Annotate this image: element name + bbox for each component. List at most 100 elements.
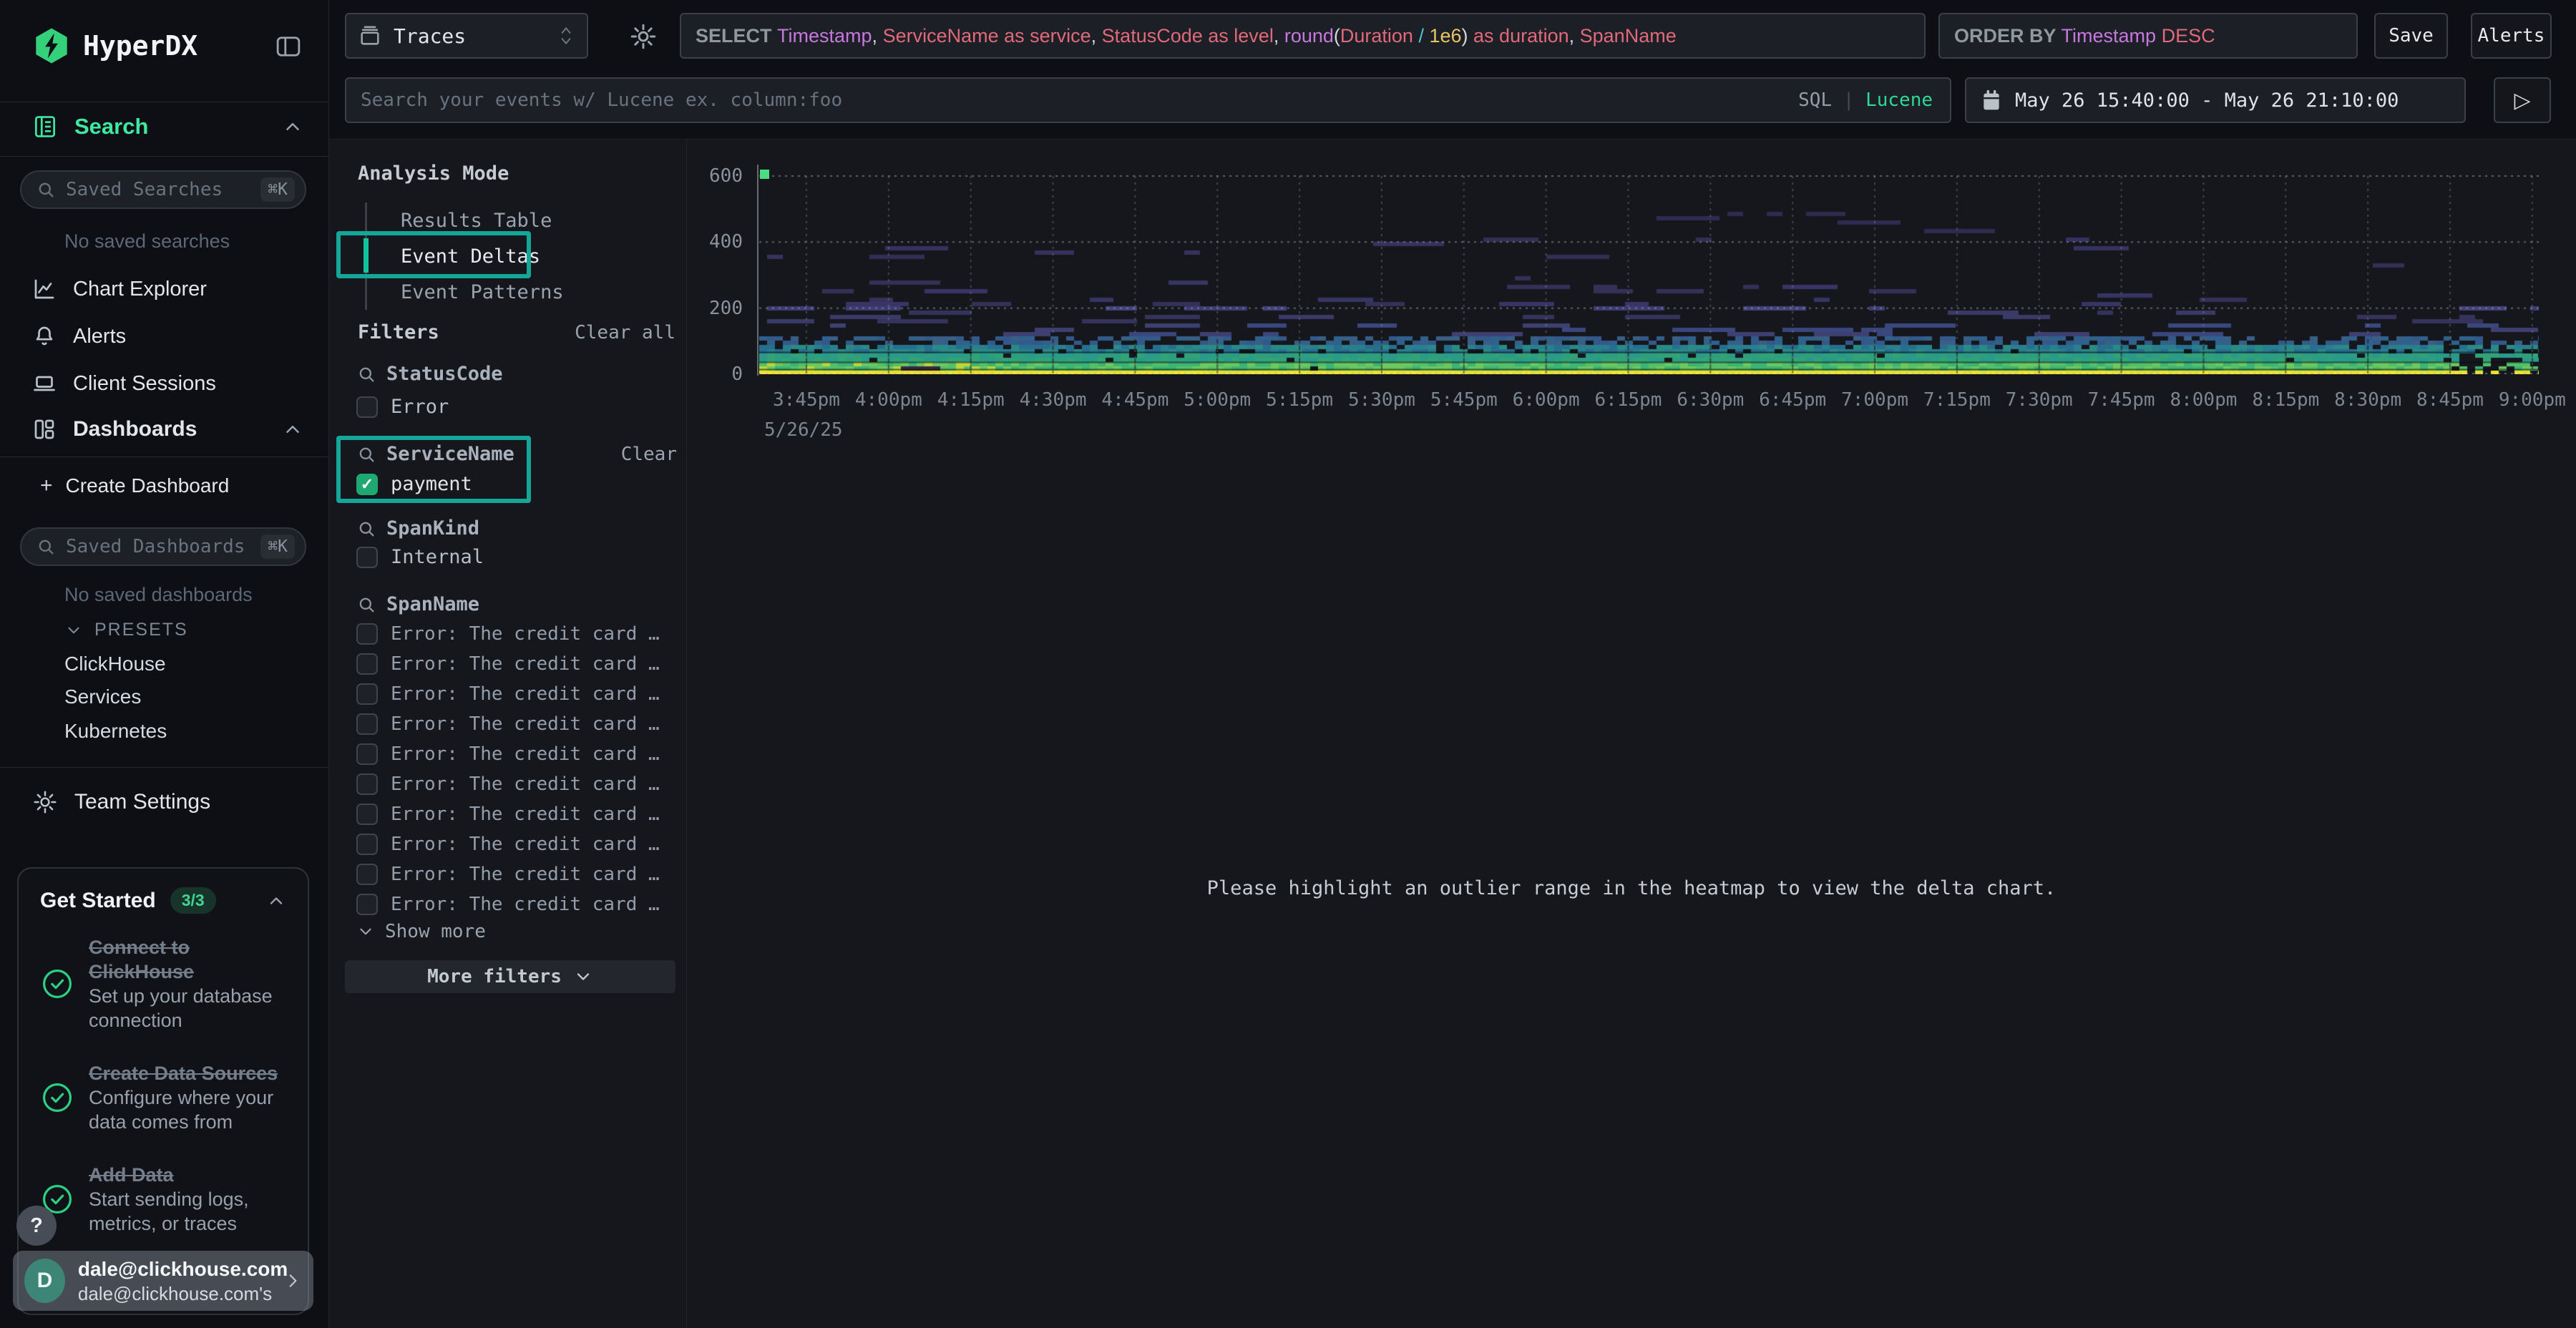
source-select[interactable]: Traces (345, 13, 588, 59)
user-menu[interactable]: D dale@clickhouse.com dale@clickhouse.co… (13, 1251, 313, 1311)
checkbox-unchecked[interactable] (356, 396, 378, 418)
filter-option-spanname[interactable]: Error: The credit card … (356, 743, 660, 765)
sql-token: Duration (1340, 25, 1413, 47)
get-started-step[interactable]: Connect to ClickHouseSet up your databas… (40, 935, 286, 1032)
filters-panel: Analysis Mode Results TableEvent DeltasE… (329, 140, 687, 1328)
filter-option-label: Error: The credit card … (391, 683, 660, 705)
sidebar-divider-2 (0, 156, 329, 157)
get-started-step-subtitle: Configure where your data comes from (89, 1085, 286, 1134)
search-icon[interactable] (356, 364, 376, 384)
chevron-up-icon[interactable] (282, 419, 303, 440)
filter-option-spanname[interactable]: Error: The credit card … (356, 834, 660, 855)
collapse-sidebar-icon[interactable] (273, 31, 303, 62)
sidebar-divider-4 (0, 767, 329, 768)
filter-option-label: Error: The credit card … (391, 864, 660, 885)
search-input[interactable]: Search your events w/ Lucene ex. column:… (345, 77, 1951, 123)
checkbox-unchecked[interactable] (356, 894, 378, 915)
time-range-value: May 26 15:40:00 - May 26 21:10:00 (2015, 89, 2399, 112)
language-toggle[interactable]: SQL | Lucene (1798, 89, 1933, 111)
checkbox-unchecked[interactable] (356, 653, 378, 675)
source-select-value: Traces (394, 24, 466, 48)
filter-option-spanname[interactable]: Error: The credit card … (356, 623, 660, 645)
sidebar-item-chart-explorer[interactable]: Chart Explorer (31, 276, 303, 302)
create-dashboard-button[interactable]: + Create Dashboard (40, 474, 229, 498)
sql-token: / (1413, 25, 1430, 47)
analysis-mode-results-table[interactable]: Results Table (401, 210, 552, 232)
sql-select-input[interactable]: SELECT Timestamp, ServiceName as service… (680, 13, 1926, 59)
get-started-step[interactable]: Add DataStart sending logs, metrics, or … (40, 1163, 286, 1236)
search-section-icon (31, 113, 59, 140)
language-lucene[interactable]: Lucene (1865, 89, 1933, 111)
chevron-up-icon[interactable] (282, 116, 303, 137)
more-filters-button[interactable]: More filters (345, 960, 675, 993)
checkbox-checked[interactable]: ✓ (356, 474, 378, 495)
get-started-steps: Connect to ClickHouseSet up your databas… (40, 935, 286, 1236)
analysis-mode-event-deltas[interactable]: Event Deltas (401, 245, 540, 268)
filter-option-label: Error: The credit card … (391, 653, 660, 675)
search-placeholder: Search your events w/ Lucene ex. column:… (361, 89, 842, 111)
filter-option-payment[interactable]: ✓ payment (356, 473, 472, 495)
checkbox-unchecked[interactable] (356, 743, 378, 765)
analysis-mode-event-patterns[interactable]: Event Patterns (401, 281, 564, 303)
check-circle-icon (40, 967, 74, 1001)
show-more-button[interactable]: Show more (356, 921, 486, 942)
checkbox-unchecked[interactable] (356, 804, 378, 825)
search-icon (36, 180, 56, 200)
filter-option-spanname[interactable]: Error: The credit card … (356, 653, 660, 675)
time-range-picker[interactable]: May 26 15:40:00 - May 26 21:10:00 (1965, 77, 2466, 123)
checkbox-unchecked[interactable] (356, 683, 378, 705)
search-icon[interactable] (356, 595, 376, 615)
run-query-button[interactable]: ▷ (2494, 77, 2551, 123)
chevron-up-icon[interactable] (266, 891, 286, 911)
filter-option-spanname[interactable]: Error: The credit card … (356, 894, 660, 915)
checkbox-unchecked[interactable] (356, 834, 378, 855)
sidebar-item-team-settings[interactable]: Team Settings (31, 788, 303, 816)
filter-option-spanname[interactable]: Error: The credit card … (356, 773, 660, 795)
preset-item-services[interactable]: Services (64, 685, 141, 708)
help-button[interactable]: ? (16, 1206, 57, 1246)
sidebar-item-label: Client Sessions (73, 372, 216, 396)
saved-searches-placeholder: Saved Searches (66, 179, 223, 200)
get-started-step[interactable]: Create Data SourcesConfigure where your … (40, 1061, 286, 1134)
clear-filter-button[interactable]: Clear (608, 444, 677, 465)
alerts-button[interactable]: Alerts (2471, 13, 2552, 59)
calendar-icon (1981, 89, 2002, 112)
x-tick-label: 9:00pm (2482, 389, 2576, 411)
get-started-step-title: Connect to ClickHouse (89, 935, 286, 984)
language-sql[interactable]: SQL (1798, 89, 1832, 111)
filter-option-error[interactable]: Error (356, 396, 449, 418)
sidebar-item-dashboards[interactable]: Dashboards (31, 416, 303, 442)
checkbox-unchecked[interactable] (356, 773, 378, 795)
checkbox-unchecked[interactable] (356, 713, 378, 735)
filter-group-statuscode: StatusCode (356, 363, 503, 385)
checkbox-unchecked[interactable] (356, 547, 378, 568)
sql-orderby-input[interactable]: ORDER BY Timestamp DESC (1938, 13, 2358, 59)
search-icon[interactable] (356, 519, 376, 539)
filter-option-spanname[interactable]: Error: The credit card … (356, 683, 660, 705)
search-icon[interactable] (356, 444, 376, 464)
checkbox-unchecked[interactable] (356, 623, 378, 645)
sql-token: ) (1462, 25, 1468, 47)
save-button[interactable]: Save (2374, 13, 2448, 59)
filter-option-internal[interactable]: Internal (356, 546, 484, 568)
saved-dashboards-input[interactable]: Saved Dashboards ⌘K (20, 527, 306, 566)
filter-option-spanname[interactable]: Error: The credit card … (356, 864, 660, 885)
sidebar-item-client-sessions[interactable]: Client Sessions (31, 371, 303, 396)
clear-all-button[interactable]: Clear all (565, 322, 675, 343)
filter-option-spanname[interactable]: Error: The credit card … (356, 804, 660, 825)
sidebar-item-alerts[interactable]: Alerts (31, 323, 303, 349)
preset-item-kubernetes[interactable]: Kubernetes (64, 720, 167, 743)
heatmap-canvas[interactable] (759, 165, 2539, 374)
active-mode-bar (364, 238, 369, 273)
sidebar: HyperDX Search (0, 0, 329, 1328)
filter-group-name: ServiceName (386, 443, 514, 465)
saved-searches-input[interactable]: Saved Searches ⌘K (20, 170, 306, 209)
avatar: D (24, 1259, 65, 1303)
checkbox-unchecked[interactable] (356, 864, 378, 885)
source-settings-gear-icon[interactable] (628, 21, 658, 52)
presets-toggle[interactable]: PRESETS (64, 620, 188, 640)
sidebar-item-search[interactable]: Search (31, 113, 303, 140)
filter-option-spanname[interactable]: Error: The credit card … (356, 713, 660, 735)
preset-item-clickhouse[interactable]: ClickHouse (64, 653, 166, 675)
sql-token: ServiceName as service (883, 25, 1091, 47)
